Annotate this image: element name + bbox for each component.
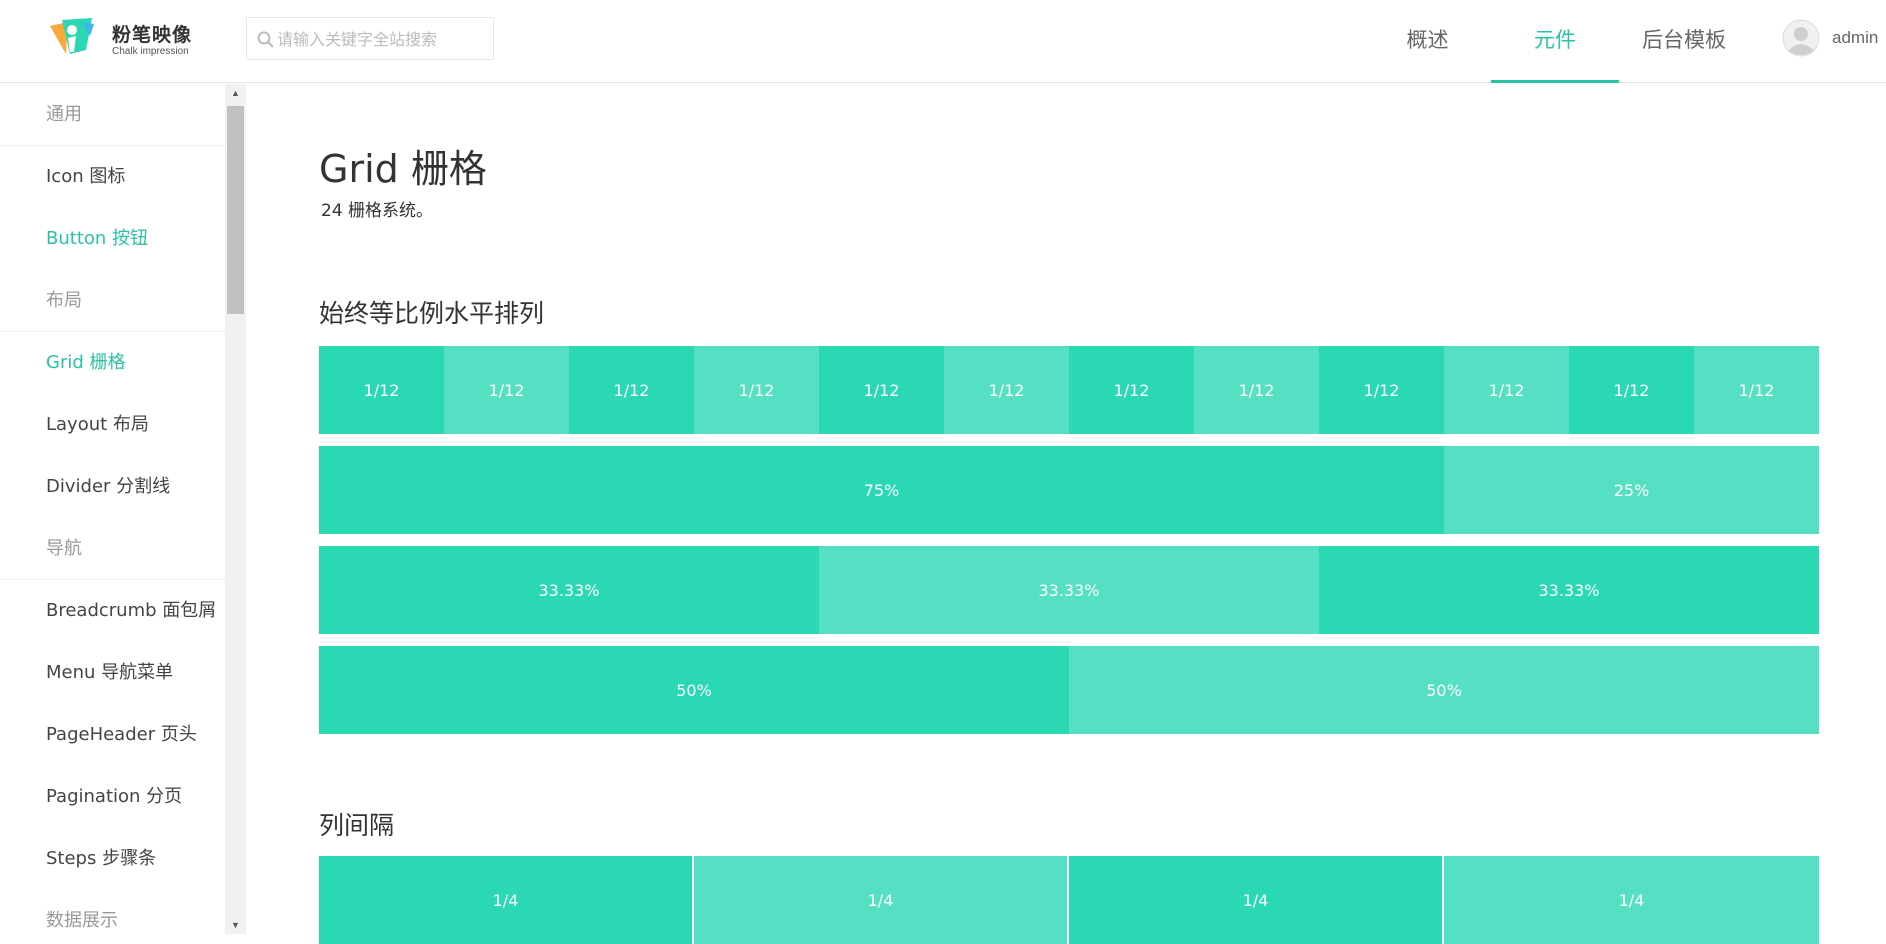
nav-overview[interactable]: 概述 [1380, 0, 1475, 83]
grid-row-quarters-gutter: 1/4 1/4 1/4 1/4 [319, 856, 1819, 944]
grid-cell: 1/12 [444, 346, 569, 434]
sidebar-item[interactable]: Breadcrumb 面包屑 [0, 580, 225, 642]
grid-cell: 25% [1444, 446, 1819, 534]
sidebar-item[interactable]: Pagination 分页 [0, 766, 225, 828]
sidebar-item[interactable]: Grid 栅格 [0, 332, 225, 394]
sidebar-item[interactable]: Button 按钮 [0, 208, 225, 270]
grid-cell: 1/12 [319, 346, 444, 434]
sidebar-category: 数据展示 [0, 890, 225, 934]
grid-cell: 1/12 [1444, 346, 1569, 434]
grid-cell: 1/12 [1694, 346, 1819, 434]
grid-cell: 33.33% [319, 546, 819, 634]
top-header: 粉笔映像 Chalk impression 概述 元件 后台模板 admin [0, 0, 1886, 83]
grid-cell: 1/12 [1319, 346, 1444, 434]
sidebar-item[interactable]: Menu 导航菜单 [0, 642, 225, 704]
sidebar-category: 通用 [0, 84, 225, 146]
sidebar-item[interactable]: PageHeader 页头 [0, 704, 225, 766]
grid-cell: 33.33% [819, 546, 1319, 634]
grid-row-75-25: 75% 25% [319, 446, 1819, 534]
search-icon [257, 31, 274, 48]
grid-cell: 1/12 [1569, 346, 1694, 434]
sidebar-scrollbar[interactable]: ▲ ▼ [225, 84, 246, 934]
grid-row-thirds: 33.33% 33.33% 33.33% [319, 546, 1819, 634]
search-box[interactable] [246, 17, 494, 60]
grid-cell: 1/4 [694, 856, 1069, 944]
sidebar-item[interactable]: Layout 布局 [0, 394, 225, 456]
user-name[interactable]: admin [1832, 28, 1878, 48]
grid-row-twelfths: 1/12 1/12 1/12 1/12 1/12 1/12 1/12 1/12 1/12 1/12… [319, 346, 1819, 434]
sidebar: 通用 Icon 图标 Button 按钮 布局 Grid 栅格 Layout 布局 Divi… [0, 84, 225, 934]
grid-row-halves: 50% 50% [319, 646, 1819, 734]
page-description: 24 栅格系统。 [321, 201, 434, 221]
avatar-icon[interactable] [1782, 19, 1820, 57]
sidebar-item[interactable]: Steps 步骤条 [0, 828, 225, 890]
scroll-up-arrow-icon[interactable]: ▲ [225, 84, 246, 102]
grid-cell: 33.33% [1319, 546, 1819, 634]
grid-cell: 1/12 [569, 346, 694, 434]
scroll-down-arrow-icon[interactable]: ▼ [225, 916, 246, 934]
sidebar-category: 布局 [0, 270, 225, 332]
main-content: Grid 栅格 24 栅格系统。 始终等比例水平排列 1/12 1/12 1/12 1… [246, 84, 1886, 944]
grid-cell: 1/4 [1069, 856, 1444, 944]
grid-cell: 1/4 [319, 856, 694, 944]
grid-cell: 1/12 [694, 346, 819, 434]
sidebar-category: 导航 [0, 518, 225, 580]
section-title-proportional: 始终等比例水平排列 [319, 299, 545, 328]
nav-admin-templates[interactable]: 后台模板 [1636, 0, 1732, 83]
logo-icon [50, 18, 94, 54]
search-input[interactable] [277, 26, 482, 52]
page-title: Grid 栅格 [319, 147, 487, 191]
nav-components[interactable]: 元件 [1491, 0, 1619, 83]
grid-cell: 1/4 [1444, 856, 1819, 944]
section-title-gutter: 列间隔 [319, 811, 395, 840]
grid-cell: 75% [319, 446, 1444, 534]
sidebar-item[interactable]: Icon 图标 [0, 146, 225, 208]
grid-cell: 1/12 [1194, 346, 1319, 434]
sidebar-item[interactable]: Divider 分割线 [0, 456, 225, 518]
brand-subtitle: Chalk impression [112, 46, 189, 57]
brand-logo[interactable]: 粉笔映像 Chalk impression [46, 14, 196, 62]
brand-title: 粉笔映像 [112, 24, 193, 46]
grid-cell: 1/12 [944, 346, 1069, 434]
scroll-thumb[interactable] [227, 106, 244, 314]
grid-cell: 50% [319, 646, 1069, 734]
grid-cell: 1/12 [1069, 346, 1194, 434]
grid-cell: 1/12 [819, 346, 944, 434]
grid-cell: 50% [1069, 646, 1819, 734]
